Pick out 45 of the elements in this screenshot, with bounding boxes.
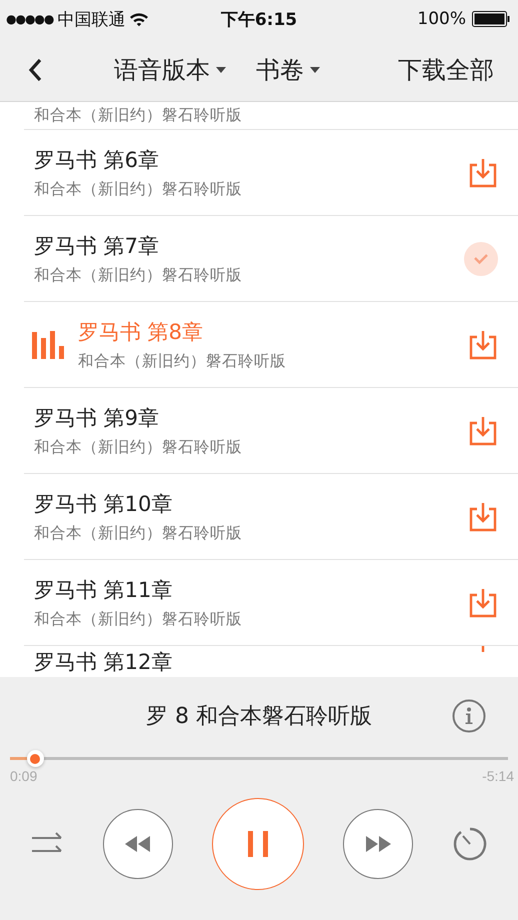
timer-button[interactable] <box>452 826 488 862</box>
chapter-version: 和合本（新旧约）磐石聆听版 <box>34 178 243 198</box>
chapter-version: 和合本（新旧约）磐石聆听版 <box>78 350 287 370</box>
chapter-version: 和合本（新旧约）磐石聆听版 <box>34 105 243 125</box>
chapter-row[interactable]: 罗马书 第12章 <box>24 646 518 677</box>
chapter-row[interactable]: 和合本（新旧约）磐石聆听版 <box>24 102 518 130</box>
caret-icon <box>216 66 226 72</box>
caret-icon <box>310 66 320 72</box>
chapter-title: 罗马书 第12章 <box>34 649 174 675</box>
elapsed-time: 0:09 <box>10 768 38 784</box>
track-title: 罗 8 和合本磐石聆听版 <box>146 703 372 731</box>
remaining-time: -5:14 <box>482 768 514 784</box>
chapter-row[interactable]: 罗马书 第8章 和合本（新旧约）磐石聆听版 <box>24 302 518 388</box>
info-icon <box>452 699 486 733</box>
chapter-version: 和合本（新旧约）磐石聆听版 <box>34 522 243 542</box>
fast-forward-icon <box>365 836 391 852</box>
info-button[interactable] <box>452 699 486 733</box>
chapter-title: 罗马书 第7章 <box>34 232 160 258</box>
download-all-button[interactable]: 下载全部 <box>398 54 494 86</box>
chapter-version: 和合本（新旧约）磐石聆听版 <box>34 608 243 628</box>
chapter-row[interactable]: 罗马书 第11章 和合本（新旧约）磐石聆听版 <box>24 560 518 646</box>
battery-percent: 100% <box>417 9 466 29</box>
signal-dots: ●●●●● <box>6 12 54 26</box>
progress-thumb[interactable] <box>26 750 44 767</box>
chapter-row[interactable]: 罗马书 第10章 和合本（新旧约）磐石聆听版 <box>24 474 518 560</box>
chapter-row[interactable]: 罗马书 第9章 和合本（新旧约）磐石聆听版 <box>24 388 518 474</box>
chevron-left-icon <box>28 58 42 82</box>
battery-icon <box>472 11 510 27</box>
chapter-title: 罗马书 第9章 <box>34 404 160 430</box>
chapter-version: 和合本（新旧约）磐石聆听版 <box>34 264 243 284</box>
chapter-title: 罗马书 第8章 <box>78 318 204 344</box>
timer-icon <box>452 826 488 862</box>
chapter-title: 罗马书 第11章 <box>34 576 174 602</box>
chapter-row[interactable]: 罗马书 第7章 和合本（新旧约）磐石聆听版 <box>24 216 518 302</box>
carrier-name: 中国联通 <box>57 8 126 30</box>
chapter-title: 罗马书 第10章 <box>34 490 174 516</box>
chapter-row[interactable]: 罗马书 第6章 和合本（新旧约）磐石聆听版 <box>24 130 518 216</box>
status-time: 下午6:15 <box>220 10 298 30</box>
dropdown-menu[interactable]: 语音版本 <box>114 54 226 86</box>
rewind-icon <box>125 836 151 852</box>
wifi-icon <box>129 12 150 26</box>
chapter-version: 和合本（新旧约）磐石聆听版 <box>34 436 243 456</box>
pause-icon <box>245 831 271 857</box>
dropdown-menu[interactable]: 书卷 <box>256 54 320 86</box>
chapter-title: 罗马书 第6章 <box>34 146 160 172</box>
